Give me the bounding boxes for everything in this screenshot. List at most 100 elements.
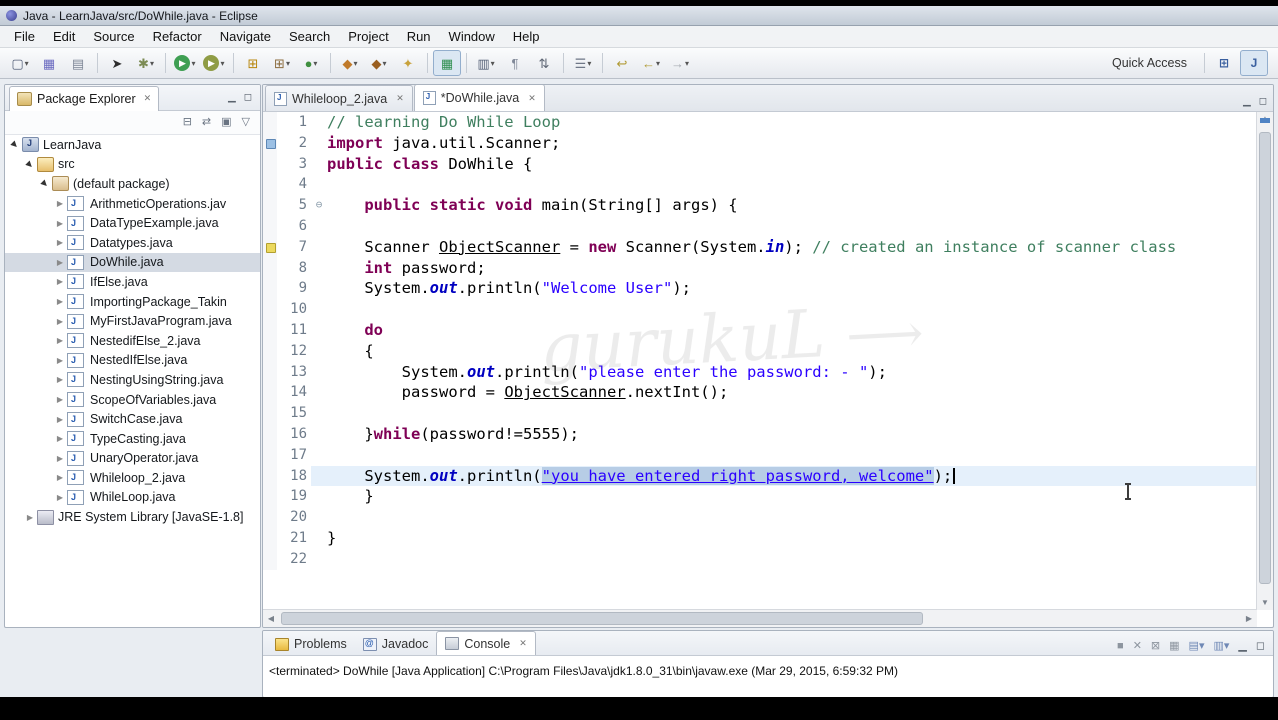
tree-item-datatypeexample-java[interactable]: ▶ DataTypeExample.java (5, 213, 260, 233)
tree-item-switchcase-java[interactable]: ▶ SwitchCase.java (5, 409, 260, 429)
expand-arrow-icon[interactable]: ▶ (54, 297, 66, 306)
code-line-4[interactable]: 4 (263, 174, 1257, 196)
collapse-all-icon[interactable]: ⊟ (183, 117, 192, 128)
menu-refactor[interactable]: Refactor (144, 27, 211, 46)
forward-button[interactable]: → ▾ (666, 50, 694, 76)
tree-item-ifelse-java[interactable]: ▶ IfElse.java (5, 272, 260, 292)
menu-project[interactable]: Project (339, 27, 397, 46)
clear-console-icon[interactable]: ▦ (1169, 641, 1179, 652)
menu-file[interactable]: File (5, 27, 44, 46)
remove-launch-icon[interactable]: ✕ (1133, 641, 1142, 652)
expand-arrow-icon[interactable]: ▶ (54, 199, 66, 208)
console-tab-console[interactable]: Console ✕ (436, 631, 536, 655)
dropdown-arrow-icon[interactable]: ▾ (220, 59, 224, 68)
sort-button[interactable]: ⇅ (530, 50, 558, 76)
maximize-editor-icon[interactable]: ◻ (1259, 97, 1267, 107)
expand-arrow-icon[interactable]: ▶ (54, 493, 66, 502)
dropdown-arrow-icon[interactable]: ▾ (491, 59, 495, 68)
menu-search[interactable]: Search (280, 27, 339, 46)
tree-item-whileloop-2-java[interactable]: ▶ Whileloop_2.java (5, 468, 260, 488)
open-perspective-button[interactable]: ⊞ (1210, 50, 1238, 76)
dropdown-arrow-icon[interactable]: ▾ (685, 59, 689, 68)
code-line-6[interactable]: 6 (263, 215, 1257, 237)
close-tab-icon[interactable]: ✕ (528, 93, 536, 104)
dropdown-arrow-icon[interactable]: ▾ (313, 59, 317, 68)
expand-arrow-icon[interactable]: ▶ (54, 395, 66, 404)
console-tab-javadoc[interactable]: Javadoc (355, 633, 437, 655)
code-line-2[interactable]: 2 import java.util.Scanner; (263, 132, 1257, 154)
expand-arrow-icon[interactable]: ▶ (54, 238, 66, 247)
code-line-13[interactable]: 13 System.out.println("please enter the … (263, 361, 1257, 383)
code-line-text[interactable]: } (327, 528, 1257, 549)
horizontal-scroll-thumb[interactable] (281, 612, 923, 625)
tree-item-jre-system-library-javase-1-8[interactable]: ▶ JRE System Library [JavaSE-1.8] (5, 507, 260, 527)
jar-dependencies-button[interactable]: ◆ ▾ (365, 50, 393, 76)
code-line-text[interactable] (327, 216, 1257, 237)
tree-item-nestedifelse-2-java[interactable]: ▶ NestedifElse_2.java (5, 331, 260, 351)
collapse-arrow-icon[interactable]: ▶ (8, 137, 23, 152)
dropdown-arrow-icon[interactable]: ▾ (587, 59, 591, 68)
terminate-icon[interactable]: ■ (1117, 641, 1124, 652)
code-line-11[interactable]: 11 do (263, 319, 1257, 341)
close-tab-icon[interactable]: ✕ (396, 93, 404, 104)
new-java-project-button[interactable]: ⊞ (239, 50, 267, 76)
code-line-8[interactable]: 8 int password; (263, 257, 1257, 279)
title-bar[interactable]: Java - LearnJava/src/DoWhile.java - Ecli… (0, 6, 1278, 26)
new-package-button[interactable]: ⊞ ▾ (268, 50, 296, 76)
code-line-text[interactable]: // learning Do While Loop (327, 112, 1257, 133)
maximize-view-icon[interactable]: ◻ (244, 92, 252, 103)
code-line-text[interactable]: System.out.println("you have entered rig… (327, 465, 1257, 487)
fold-column[interactable]: ⊖ (311, 195, 327, 216)
menu-edit[interactable]: Edit (44, 27, 84, 46)
minimize-view-icon[interactable]: ▁ (228, 92, 236, 103)
code-line-text[interactable] (327, 507, 1257, 528)
tree-item-importingpackage-takin[interactable]: ▶ ImportingPackage_Takin (5, 292, 260, 312)
code-line-text[interactable]: public static void main(String[] args) { (327, 195, 1257, 216)
collapse-arrow-icon[interactable]: ▶ (23, 157, 38, 172)
dropdown-arrow-icon[interactable]: ▾ (25, 59, 29, 68)
menu-source[interactable]: Source (84, 27, 143, 46)
code-line-text[interactable] (327, 445, 1257, 466)
code-line-text[interactable] (327, 299, 1257, 320)
open-console-view-button[interactable]: ▥ ▾ (472, 50, 500, 76)
minimize-editor-icon[interactable]: ▁ (1243, 97, 1251, 107)
tree-item-learnjava[interactable]: ▶ LearnJava (5, 135, 260, 155)
code-line-text[interactable]: public class DoWhile { (327, 154, 1257, 175)
package-explorer-tab[interactable]: Package Explorer ✕ (9, 85, 160, 111)
console-minimize-icon[interactable]: ▁ (1238, 641, 1246, 652)
vertical-scrollbar[interactable]: ▲ ▼ (1256, 112, 1273, 610)
code-line-text[interactable]: { (327, 341, 1257, 362)
menu-navigate[interactable]: Navigate (211, 27, 280, 46)
code-line-text[interactable]: }while(password!=5555); (327, 424, 1257, 445)
view-menu-icon[interactable]: ▽ (242, 117, 250, 128)
code-line-text[interactable]: password = ObjectScanner.nextInt(); (327, 382, 1257, 403)
search-button[interactable]: ✦ (394, 50, 422, 76)
coverage-button[interactable]: ▶ ▾ (200, 50, 228, 76)
remove-all-terminated-icon[interactable]: ⊠ (1151, 641, 1160, 652)
code-line-text[interactable]: int password; (327, 258, 1257, 279)
settings-button[interactable]: ✱ ▾ (132, 50, 160, 76)
dropdown-arrow-icon[interactable]: ▾ (286, 59, 290, 68)
expand-arrow-icon[interactable]: ▶ (54, 415, 66, 424)
code-line-text[interactable]: import java.util.Scanner; (327, 133, 1257, 154)
expand-arrow-icon[interactable]: ▶ (54, 277, 66, 286)
scroll-right-icon[interactable]: ▶ (1241, 614, 1257, 623)
code-line-text[interactable] (327, 549, 1257, 570)
close-icon[interactable]: ✕ (144, 93, 152, 104)
expand-arrow-icon[interactable]: ▶ (54, 434, 66, 443)
expand-arrow-icon[interactable]: ▶ (54, 258, 66, 267)
close-tab-icon[interactable]: ✕ (519, 638, 527, 649)
scroll-left-icon[interactable]: ◀ (263, 614, 279, 623)
quick-access-button[interactable]: Quick Access (1100, 52, 1199, 74)
code-line-14[interactable]: 14 password = ObjectScanner.nextInt(); (263, 382, 1257, 404)
link-with-editor-icon[interactable]: ⇄ (202, 117, 211, 128)
annotations-button[interactable]: ☰ ▾ (569, 50, 597, 76)
expand-arrow-icon[interactable]: ▶ (54, 219, 66, 228)
tree-item-scopeofvariables-java[interactable]: ▶ ScopeOfVariables.java (5, 390, 260, 410)
display-selected-console-icon[interactable]: ▤▾ (1189, 641, 1205, 652)
annotation-marker-icon[interactable] (266, 138, 276, 149)
tree-item-typecasting-java[interactable]: ▶ TypeCasting.java (5, 429, 260, 449)
code-line-1[interactable]: 1 // learning Do While Loop (263, 112, 1257, 133)
tree-item-nestedifelse-java[interactable]: ▶ NestedIfElse.java (5, 351, 260, 371)
code-line-12[interactable]: 12 { (263, 340, 1257, 362)
